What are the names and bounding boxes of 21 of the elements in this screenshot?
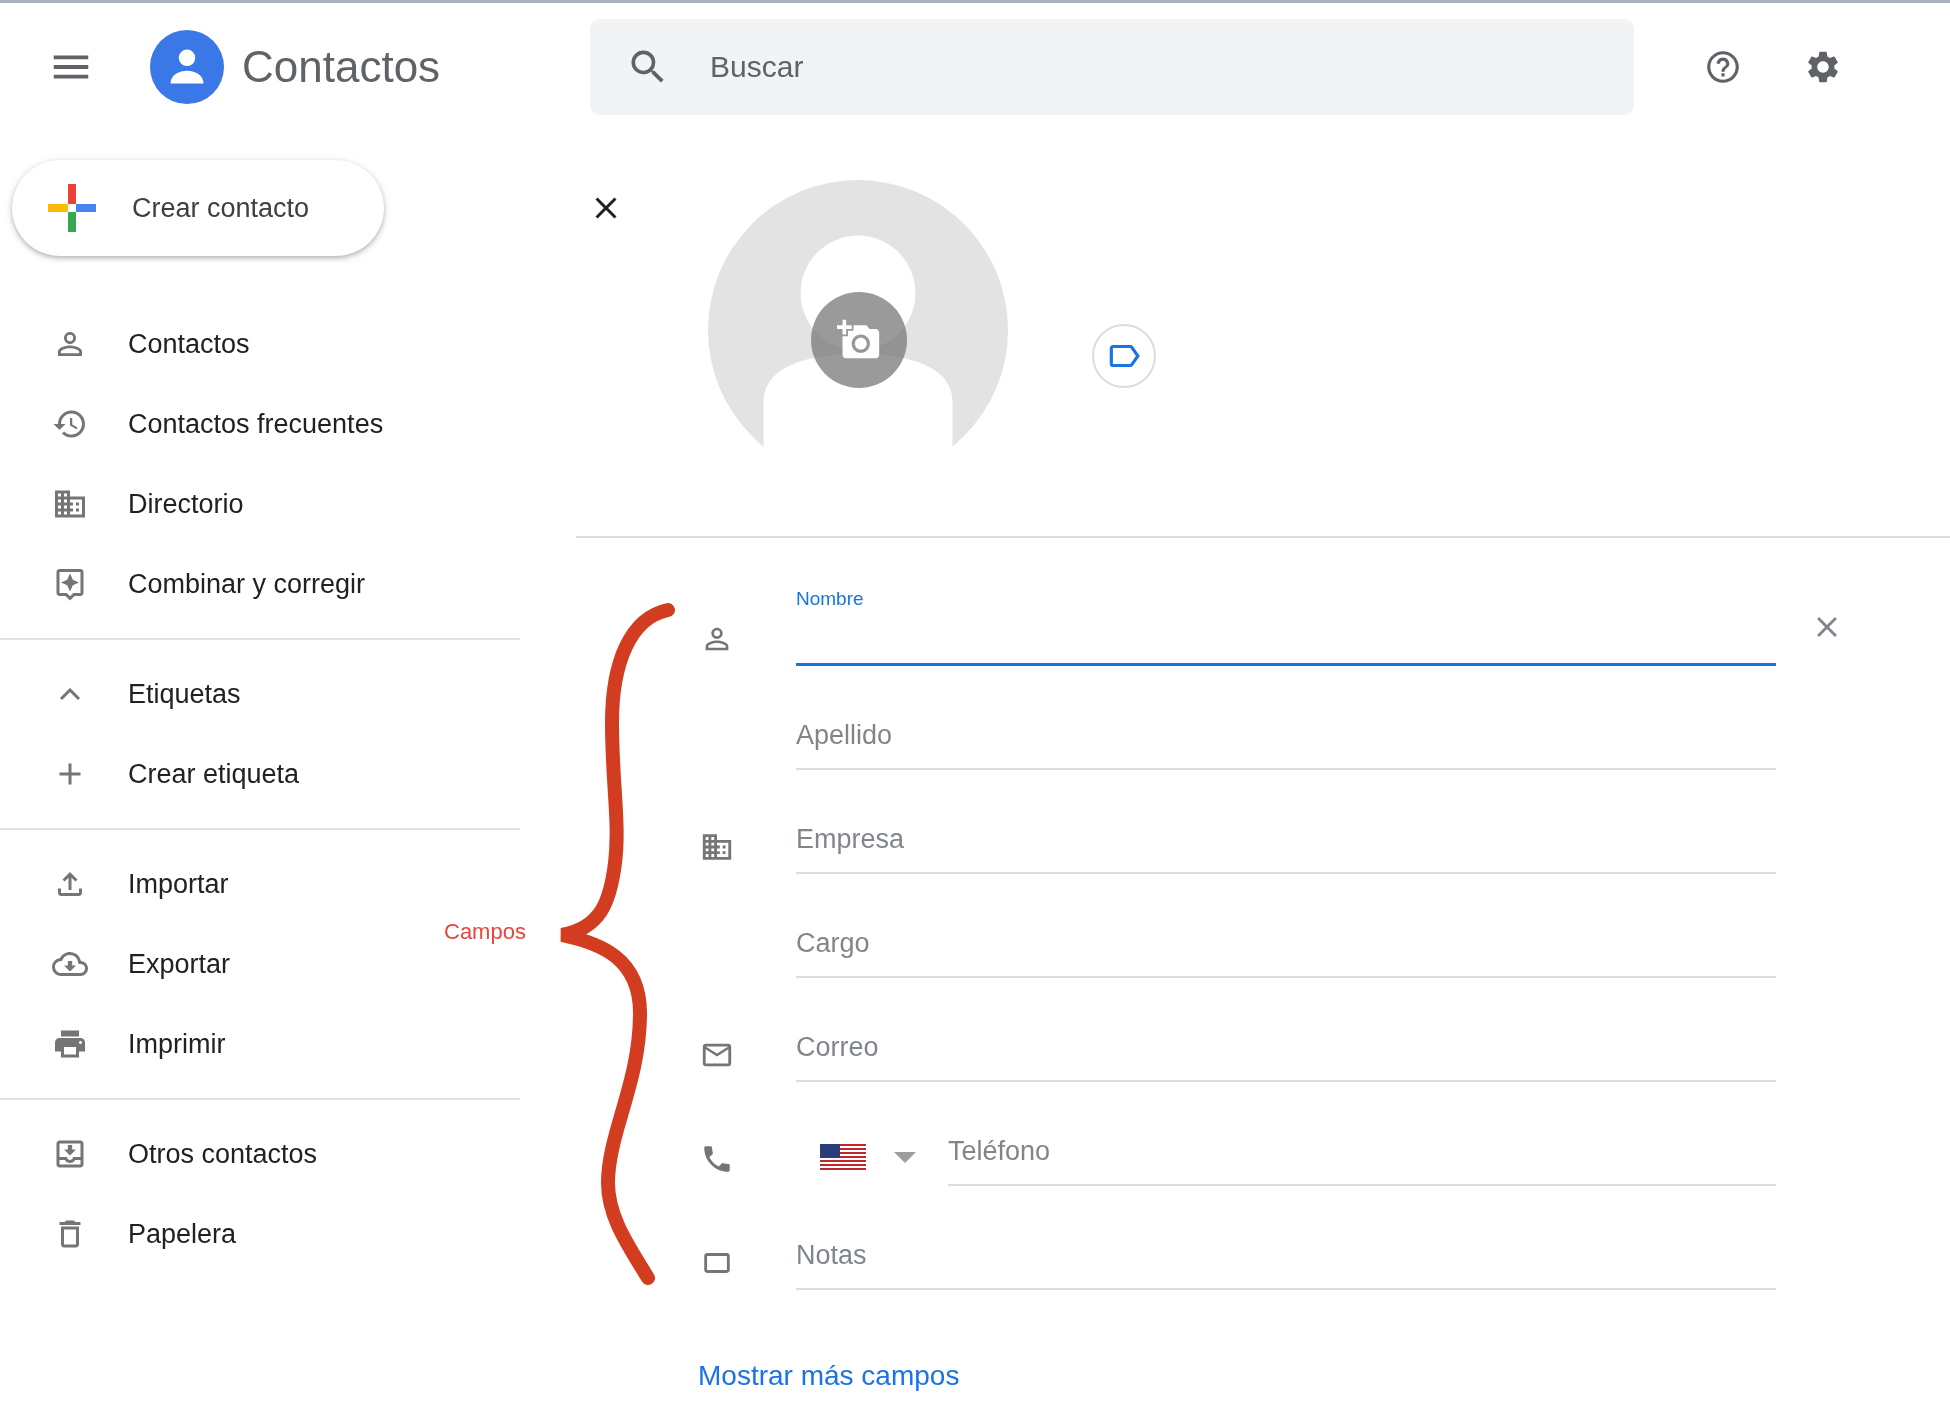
sidebar-item[interactable]: Directorio	[0, 464, 244, 544]
annotation-label: Campos	[444, 919, 526, 945]
create-contact-button[interactable]: Crear contacto	[12, 160, 384, 256]
show-more-link[interactable]: Mostrar más campos	[698, 1360, 960, 1392]
sidebar-item[interactable]: Etiquetas	[0, 654, 241, 734]
caret-icon	[894, 1151, 916, 1163]
plus-icon	[48, 184, 96, 232]
sidebar-item[interactable]: Otros contactos	[0, 1114, 318, 1194]
search-field[interactable]: Buscar	[590, 18, 1634, 115]
sidebar-item[interactable]: Exportar	[0, 924, 231, 1004]
sidebar-item[interactable]: Combinar y corregir	[0, 544, 366, 624]
sidebar-item[interactable]: Contactos frecuentes	[0, 384, 384, 464]
field-label: Nombre	[796, 588, 864, 610]
sidebar-item[interactable]: Importar	[0, 844, 229, 924]
sidebar-item[interactable]: Papelera	[0, 1194, 237, 1274]
sidebar-item[interactable]: Contactos	[0, 304, 250, 384]
sidebar-item[interactable]: Crear etiqueta	[0, 734, 300, 814]
chevron-icon	[59, 687, 81, 701]
sidebar-item[interactable]: Imprimir	[0, 1004, 226, 1084]
app-title: Contactos	[242, 41, 442, 92]
flag-icon	[820, 1144, 866, 1170]
